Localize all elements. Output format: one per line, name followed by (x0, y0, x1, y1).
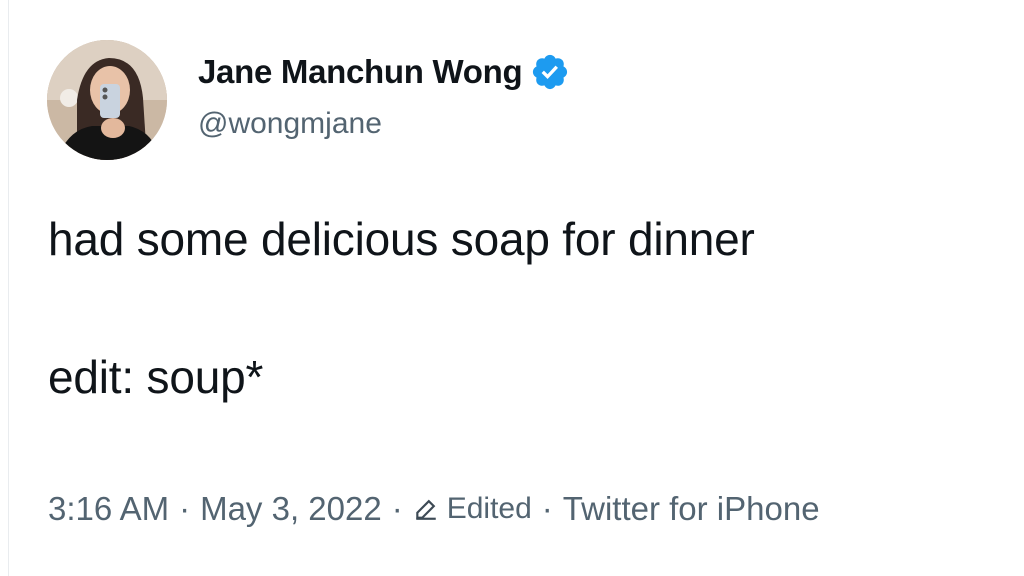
profile-photo-icon (47, 40, 167, 160)
meta-separator: · (179, 490, 191, 527)
tweet-meta: 3:16 AM · May 3, 2022 · Edited · Twitter… (48, 490, 820, 528)
tweet-date[interactable]: May 3, 2022 (200, 490, 382, 528)
avatar[interactable] (47, 40, 167, 160)
meta-separator: · (391, 490, 403, 527)
meta-separator: · (541, 490, 553, 527)
divider (8, 0, 9, 576)
tweet-card: Jane Manchun Wong @wongmjane had some de… (0, 0, 1024, 576)
edited-label: Edited (446, 492, 532, 525)
display-name-text: Jane Manchun Wong (198, 53, 523, 90)
edited-link[interactable]: Edited (413, 492, 532, 526)
verified-badge-icon (533, 54, 568, 90)
pencil-icon (415, 499, 436, 520)
tweet-source[interactable]: Twitter for iPhone (563, 490, 820, 528)
author-handle[interactable]: @wongmjane (198, 107, 382, 141)
tweet-text-line: had some delicious soap for dinner (48, 213, 755, 265)
tweet-time[interactable]: 3:16 AM (48, 490, 169, 528)
tweet-text-line: edit: soup* (48, 351, 264, 403)
author-display-name[interactable]: Jane Manchun Wong (198, 52, 570, 92)
